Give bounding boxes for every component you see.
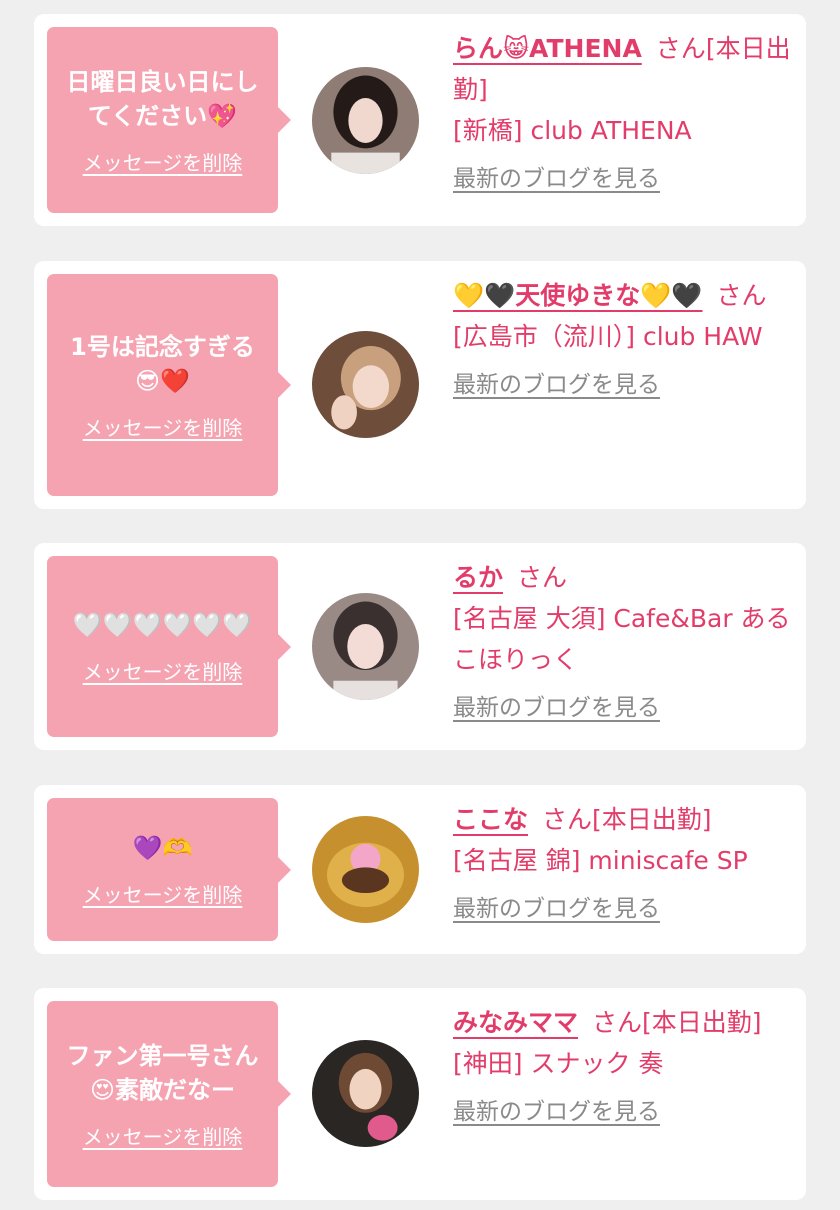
message-card: 日曜日良い日にしてください💖 メッセージを削除 らん😸ATHENA さん[本日出勤… [34, 14, 806, 226]
avatar[interactable] [312, 816, 419, 923]
shop-text: [名古屋 錦] miniscafe SP [453, 846, 748, 875]
message-text: 💜🫶 [132, 834, 193, 862]
message-text: 1号は記念すぎる😎❤️ [70, 332, 255, 395]
latest-blog-link[interactable]: 最新のブログを見る [453, 159, 660, 200]
delete-message-link[interactable]: メッセージを削除 [83, 879, 243, 908]
avatar[interactable] [312, 593, 419, 700]
delete-message-link[interactable]: メッセージを削除 [83, 147, 243, 176]
message-bubble: ファン第一号さん😍素敵だなー メッセージを削除 [47, 1001, 291, 1187]
delete-message-link[interactable]: メッセージを削除 [83, 412, 243, 441]
message-bubble: 💜🫶 メッセージを削除 [47, 798, 291, 941]
delete-message-link[interactable]: メッセージを削除 [83, 1121, 243, 1150]
cast-info: みなみママ さん[本日出勤] [神田] スナック 奏 最新のブログを見る [453, 1002, 791, 1133]
avatar[interactable] [312, 67, 419, 174]
honorific: さん [592, 1008, 643, 1037]
cast-name-link[interactable]: るか [453, 563, 503, 592]
avatar[interactable] [312, 1040, 419, 1147]
message-bubble: 日曜日良い日にしてください💖 メッセージを削除 [47, 27, 291, 213]
latest-blog-link[interactable]: 最新のブログを見る [453, 365, 660, 406]
shop-text: [新橋] club ATHENA [453, 116, 692, 145]
delete-message-link[interactable]: メッセージを削除 [83, 656, 243, 685]
message-text: 🤍🤍🤍🤍🤍🤍 [72, 611, 253, 639]
message-bubble: 🤍🤍🤍🤍🤍🤍 メッセージを削除 [47, 556, 291, 737]
honorific: さん [716, 281, 767, 310]
shop-text: [神田] スナック 奏 [453, 1049, 664, 1078]
honorific: さん [655, 34, 706, 63]
cast-info: るか さん [名古屋 大須] Cafe&Bar あるこほりっく 最新のブログを見る [453, 557, 791, 729]
honorific: さん [542, 805, 593, 834]
avatar[interactable] [312, 331, 419, 438]
cast-info: ここな さん[本日出勤] [名古屋 錦] miniscafe SP 最新のブログを… [453, 799, 791, 930]
message-bubble: 1号は記念すぎる😎❤️ メッセージを削除 [47, 274, 291, 496]
cast-name-link[interactable]: ここな [453, 805, 528, 834]
message-text: ファン第一号さん😍素敵だなー [66, 1041, 259, 1104]
latest-blog-link[interactable]: 最新のブログを見る [453, 688, 660, 729]
cast-info: 💛🖤天使ゆきな💛🖤 さん [広島市（流川）] club HAW 最新のブログを見る [453, 275, 791, 406]
latest-blog-link[interactable]: 最新のブログを見る [453, 889, 660, 930]
status-text: [本日出勤] [642, 1008, 762, 1037]
message-text: 日曜日良い日にしてください💖 [66, 67, 259, 130]
cast-info: らん😸ATHENA さん[本日出勤] [新橋] club ATHENA 最新のブロ… [453, 28, 791, 200]
status-text: [本日出勤] [592, 805, 712, 834]
message-card: ファン第一号さん😍素敵だなー メッセージを削除 みなみママ さん[本日出勤] [神… [34, 988, 806, 1200]
cast-name-link[interactable]: みなみママ [453, 1008, 578, 1037]
message-card: 💜🫶 メッセージを削除 ここな さん[本日出勤] [名古屋 錦] miniscaf… [34, 785, 806, 954]
honorific: さん [517, 563, 568, 592]
message-card: 🤍🤍🤍🤍🤍🤍 メッセージを削除 るか さん [名古屋 大須] Cafe&Bar あ… [34, 543, 806, 750]
cast-name-link[interactable]: らん😸ATHENA [453, 34, 642, 63]
shop-text: [広島市（流川）] club HAW [453, 322, 763, 351]
latest-blog-link[interactable]: 最新のブログを見る [453, 1092, 660, 1133]
cast-name-link[interactable]: 💛🖤天使ゆきな💛🖤 [453, 281, 703, 310]
shop-text: [名古屋 大須] Cafe&Bar あるこほりっく [453, 604, 791, 674]
message-card: 1号は記念すぎる😎❤️ メッセージを削除 💛🖤天使ゆきな💛🖤 さん [広島市（流川… [34, 261, 806, 509]
